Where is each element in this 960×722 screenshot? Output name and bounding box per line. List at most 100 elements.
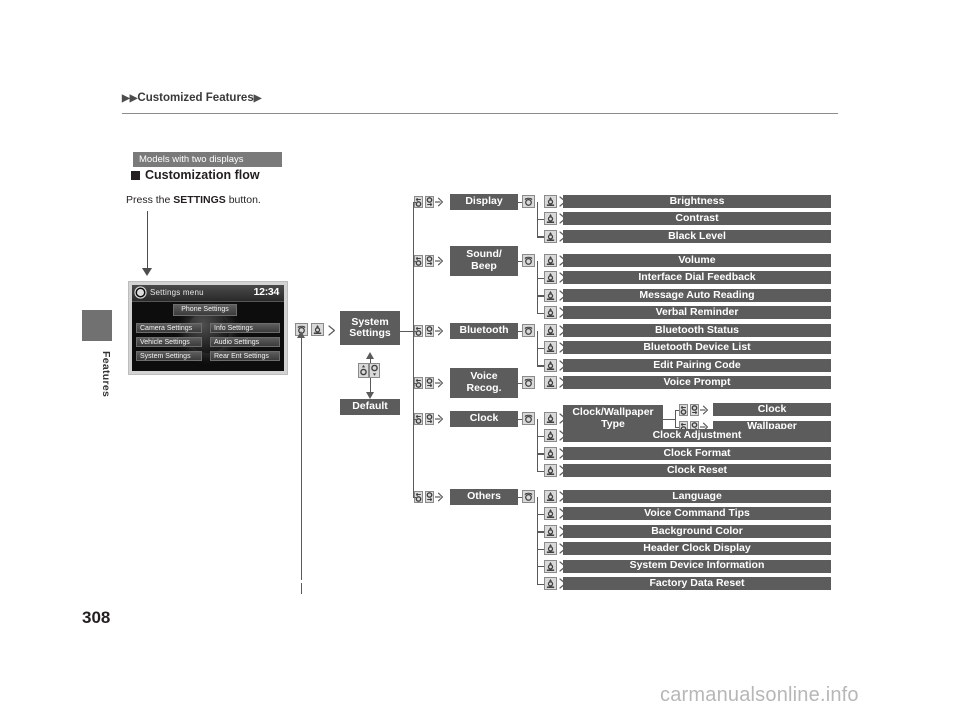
flow-item-contrast: Contrast bbox=[563, 212, 831, 226]
press-dial-icon bbox=[544, 324, 557, 337]
default-up-arrow-head bbox=[365, 352, 374, 359]
flow-trunk-line bbox=[413, 201, 415, 497]
watermark: carmanualsonline.info bbox=[660, 684, 859, 706]
press-dial-icon bbox=[544, 306, 557, 320]
breadcrumb: ▶▶Customized Features▶ bbox=[122, 92, 261, 104]
press-dial-icon bbox=[544, 358, 557, 372]
rotate-and-select-icon bbox=[414, 195, 445, 208]
screen-to-root-arrow-head bbox=[296, 331, 305, 338]
press-dial-icon bbox=[544, 429, 557, 443]
rotate-and-select-icon bbox=[414, 412, 445, 425]
instruction-arrow-head bbox=[142, 268, 152, 276]
rotate-dial-icon bbox=[522, 412, 535, 425]
instruction-prefix: Press the bbox=[126, 194, 174, 206]
screen-button-info-settings[interactable]: Info Settings bbox=[210, 323, 280, 333]
rotate-dial-icon bbox=[522, 490, 535, 503]
press-dial-icon bbox=[544, 195, 557, 208]
subbranch-vert bbox=[675, 409, 677, 428]
flow-item-interface-dial-feedback: Interface Dial Feedback bbox=[563, 271, 831, 285]
cat-subtrunk-5 bbox=[537, 496, 539, 584]
screen-button-camera-settings[interactable]: Camera Settings bbox=[136, 323, 202, 333]
flow-item-voice-prompt: Voice Prompt bbox=[563, 376, 831, 389]
subbranch-stem bbox=[663, 418, 675, 420]
rotate-dial-icon bbox=[522, 195, 535, 208]
manual-page: ▶▶Customized Features▶ Features 308 Mode… bbox=[0, 0, 960, 722]
page-title-label: Customization flow bbox=[145, 168, 260, 182]
press-dial-icon bbox=[544, 446, 557, 460]
page-title: Customization flow bbox=[131, 168, 260, 182]
trunk-stub-4 bbox=[413, 418, 417, 420]
screen-button-rear-ent-settings[interactable]: Rear Ent Settings bbox=[210, 351, 280, 361]
sub-stub-1-3 bbox=[537, 312, 544, 315]
press-dial-icon bbox=[544, 212, 557, 226]
press-dial-icon bbox=[544, 254, 557, 267]
sub-stub-5-2 bbox=[537, 531, 544, 533]
flow-item-language: Language bbox=[563, 490, 831, 503]
press-dial-icon bbox=[544, 542, 557, 556]
sub-stub-4-1 bbox=[537, 435, 544, 438]
screen-title: Settings menu bbox=[150, 287, 204, 297]
rotate-and-select-icon bbox=[679, 403, 710, 416]
chapter-tab-label: Features bbox=[100, 350, 112, 398]
press-dial-icon bbox=[544, 288, 557, 302]
flow-item-factory-data-reset: Factory Data Reset bbox=[563, 577, 831, 590]
rotate-and-select-icon bbox=[414, 490, 445, 503]
press-dial-icon bbox=[544, 376, 557, 389]
gear-icon bbox=[137, 289, 144, 296]
instruction-arrow-shaft bbox=[147, 211, 149, 270]
cat-subtrunk-1 bbox=[537, 260, 539, 313]
rotate-dial-icon bbox=[522, 254, 535, 267]
screen-button-vehicle-settings[interactable]: Vehicle Settings bbox=[136, 337, 202, 347]
trunk-stub-1 bbox=[413, 260, 417, 262]
flow-item-bluetooth-status: Bluetooth Status bbox=[563, 324, 831, 337]
breadcrumb-label: Customized Features bbox=[137, 92, 254, 104]
flow-box-category-voice-recog: Voice Recog. bbox=[450, 367, 518, 398]
press-dial-icon bbox=[544, 341, 557, 355]
default-down-arrow bbox=[369, 377, 371, 393]
flow-item-clock-adjustment: Clock Adjustment bbox=[563, 429, 831, 443]
cat-subtrunk-4 bbox=[537, 418, 539, 471]
trunk-stub-3 bbox=[413, 382, 417, 384]
screen-clock: 12:34 bbox=[253, 286, 280, 298]
rotate-and-select-icon bbox=[414, 376, 445, 389]
rotate-and-select-icon bbox=[414, 254, 445, 267]
screen-button-system-settings[interactable]: System Settings bbox=[136, 351, 202, 361]
press-dial-icon bbox=[544, 577, 557, 590]
flow-item-verbal-reminder: Verbal Reminder bbox=[563, 306, 831, 320]
sub-stub-5-1 bbox=[537, 513, 544, 516]
flow-item-edit-pairing-code: Edit Pairing Code bbox=[563, 358, 831, 372]
rotate-dial-icon bbox=[522, 324, 535, 337]
press-dial-icon bbox=[544, 559, 557, 573]
press-dial-icon bbox=[544, 412, 557, 425]
flow-box-category-others: Others bbox=[450, 488, 518, 505]
press-dial-icon bbox=[544, 464, 557, 478]
instruction-suffix: button. bbox=[225, 194, 261, 206]
flow-item-black-level: Black Level bbox=[563, 229, 831, 243]
flow-item-clock: Clock bbox=[713, 403, 831, 417]
screen-to-root-arrow bbox=[300, 337, 302, 580]
flow-item-volume: Volume bbox=[563, 254, 831, 267]
sub-stub-0-1 bbox=[537, 218, 544, 221]
instruction-text: Press the SETTINGS button. bbox=[126, 194, 261, 206]
breadcrumb-triangle-icon-3: ▶ bbox=[253, 93, 262, 104]
flow-item-voice-command-tips: Voice Command Tips bbox=[563, 507, 831, 521]
flow-item-message-auto-reading: Message Auto Reading bbox=[563, 288, 831, 302]
chapter-tab-marker bbox=[82, 310, 112, 341]
flow-box-category-sound-beep: Sound/ Beep bbox=[450, 245, 518, 276]
screen-button-audio-settings[interactable]: Audio Settings bbox=[210, 337, 280, 347]
bullet-square-icon bbox=[131, 171, 140, 180]
sub-stub-2-2 bbox=[537, 365, 544, 367]
sub-stub-5-3 bbox=[537, 548, 544, 551]
feed-line-tail bbox=[300, 583, 302, 594]
press-dial-icon bbox=[544, 229, 557, 243]
flow-box-clock-wallpaper-type: Clock/Wallpaper Type bbox=[563, 404, 663, 433]
flow-item-clock-format: Clock Format bbox=[563, 446, 831, 460]
flow-box-category-display: Display bbox=[450, 193, 518, 210]
trunk-stub-5 bbox=[413, 496, 417, 498]
flow-box-category-clock: Clock bbox=[450, 410, 518, 427]
trunk-stub-2 bbox=[413, 330, 417, 332]
rotate-dial-icon bbox=[522, 376, 535, 389]
press-dial-icon bbox=[544, 271, 557, 285]
root-to-trunk-line bbox=[400, 330, 413, 332]
screen-button-phone-settings[interactable]: Phone Settings bbox=[173, 304, 237, 316]
